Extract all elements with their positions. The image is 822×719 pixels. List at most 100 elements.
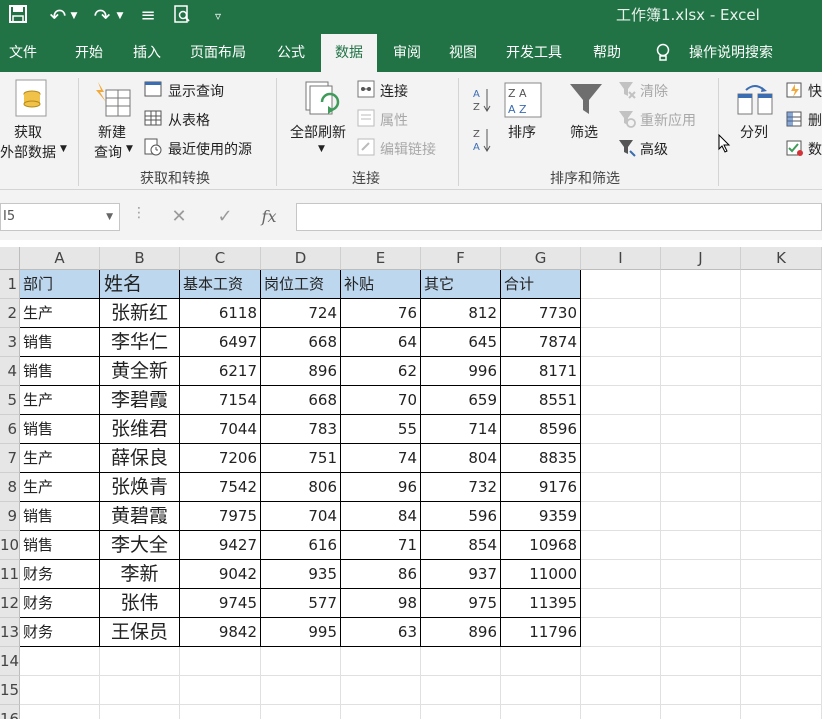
empty-cell[interactable]	[581, 502, 661, 531]
new-query-label[interactable]: 查询	[94, 142, 122, 162]
table-cell[interactable]: 896	[421, 618, 501, 647]
formula-input[interactable]	[296, 203, 822, 231]
tab-developer[interactable]: 开发工具	[496, 34, 572, 72]
table-cell[interactable]: 黄碧霞	[100, 502, 180, 531]
column-header-f[interactable]: F	[421, 247, 501, 270]
empty-cell[interactable]	[581, 357, 661, 386]
empty-cell[interactable]	[741, 415, 822, 444]
table-cell[interactable]: 11796	[501, 618, 581, 647]
save-icon[interactable]	[6, 4, 30, 28]
table-header-cell[interactable]: 补贴	[341, 270, 421, 299]
tab-file[interactable]: 文件	[0, 34, 46, 72]
undo-icon[interactable]: ↶	[46, 4, 70, 28]
edit-links-button[interactable]: 编辑链接	[380, 139, 436, 159]
tab-page-layout[interactable]: 页面布局	[182, 34, 254, 72]
empty-cell[interactable]	[661, 647, 741, 676]
empty-cell[interactable]	[661, 357, 741, 386]
empty-cell[interactable]	[501, 647, 581, 676]
table-cell[interactable]: 8835	[501, 444, 581, 473]
sort-za-icon[interactable]: ZA	[472, 126, 492, 158]
column-header-g[interactable]: G	[501, 247, 581, 270]
table-header-cell[interactable]: 其它	[421, 270, 501, 299]
customize-qat-icon[interactable]: ▿	[206, 4, 230, 28]
row-header-2[interactable]: 2	[0, 299, 20, 328]
tell-me-search[interactable]: 操作说明搜索	[682, 34, 780, 72]
empty-cell[interactable]	[341, 705, 421, 719]
empty-cell[interactable]	[581, 328, 661, 357]
row-header-5[interactable]: 5	[0, 386, 20, 415]
table-cell[interactable]: 9842	[180, 618, 261, 647]
tab-view[interactable]: 视图	[440, 34, 486, 72]
table-cell[interactable]: 生产	[20, 299, 100, 328]
empty-cell[interactable]	[581, 473, 661, 502]
empty-cell[interactable]	[741, 502, 822, 531]
empty-cell[interactable]	[741, 444, 822, 473]
chevron-down-icon[interactable]: ▼	[60, 144, 67, 154]
tab-home[interactable]: 开始	[66, 34, 112, 72]
column-header-i[interactable]: I	[581, 247, 661, 270]
empty-cell[interactable]	[20, 647, 100, 676]
enter-icon[interactable]: ✓	[210, 204, 240, 230]
empty-cell[interactable]	[741, 386, 822, 415]
empty-cell[interactable]	[661, 502, 741, 531]
insert-function-button[interactable]: fx	[254, 204, 284, 230]
empty-cell[interactable]	[501, 676, 581, 705]
table-cell[interactable]: 生产	[20, 473, 100, 502]
empty-cell[interactable]	[581, 560, 661, 589]
table-cell[interactable]: 9176	[501, 473, 581, 502]
empty-cell[interactable]	[741, 560, 822, 589]
column-header-k[interactable]: K	[741, 247, 822, 270]
show-queries-button[interactable]: 显示查询	[168, 81, 224, 101]
recent-sources-button[interactable]: 最近使用的源	[168, 139, 252, 159]
row-header-11[interactable]: 11	[0, 560, 20, 589]
column-header-a[interactable]: A	[20, 247, 100, 270]
table-header-cell[interactable]: 部门	[20, 270, 100, 299]
table-cell[interactable]: 668	[261, 328, 341, 357]
empty-cell[interactable]	[741, 589, 822, 618]
table-cell[interactable]: 财务	[20, 560, 100, 589]
table-cell[interactable]: 7975	[180, 502, 261, 531]
table-cell[interactable]: 7874	[501, 328, 581, 357]
table-cell[interactable]: 74	[341, 444, 421, 473]
empty-cell[interactable]	[661, 270, 741, 299]
row-header-14[interactable]: 14	[0, 647, 20, 676]
refresh-all-button[interactable]: 全部刷新	[290, 122, 346, 142]
table-cell[interactable]: 704	[261, 502, 341, 531]
column-header-j[interactable]: J	[661, 247, 741, 270]
table-cell[interactable]: 生产	[20, 386, 100, 415]
empty-cell[interactable]	[661, 415, 741, 444]
empty-cell[interactable]	[661, 444, 741, 473]
row-header-8[interactable]: 8	[0, 473, 20, 502]
table-cell[interactable]: 7206	[180, 444, 261, 473]
table-cell[interactable]: 7730	[501, 299, 581, 328]
table-cell[interactable]: 张焕青	[100, 473, 180, 502]
empty-cell[interactable]	[421, 705, 501, 719]
align-lines-icon[interactable]: ≡	[136, 4, 160, 28]
table-cell[interactable]: 7044	[180, 415, 261, 444]
table-cell[interactable]: 62	[341, 357, 421, 386]
remove-duplicates-button[interactable]: 删	[808, 110, 822, 130]
row-header-15[interactable]: 15	[0, 676, 20, 705]
redo-icon[interactable]: ↷	[90, 4, 114, 28]
filter-button[interactable]: 筛选	[570, 122, 598, 142]
empty-cell[interactable]	[741, 531, 822, 560]
row-header-6[interactable]: 6	[0, 415, 20, 444]
empty-cell[interactable]	[741, 270, 822, 299]
data-validation-button[interactable]: 数	[808, 139, 822, 159]
empty-cell[interactable]	[741, 299, 822, 328]
table-header-cell[interactable]: 姓名	[100, 270, 180, 299]
empty-cell[interactable]	[341, 647, 421, 676]
table-cell[interactable]: 751	[261, 444, 341, 473]
table-cell[interactable]: 616	[261, 531, 341, 560]
empty-cell[interactable]	[581, 676, 661, 705]
column-header-d[interactable]: D	[261, 247, 341, 270]
table-cell[interactable]: 李新	[100, 560, 180, 589]
empty-cell[interactable]	[581, 415, 661, 444]
table-cell[interactable]: 64	[341, 328, 421, 357]
row-header-9[interactable]: 9	[0, 502, 20, 531]
table-cell[interactable]: 724	[261, 299, 341, 328]
table-cell[interactable]: 8171	[501, 357, 581, 386]
empty-cell[interactable]	[100, 705, 180, 719]
from-table-button[interactable]: 从表格	[168, 110, 210, 130]
column-header-b[interactable]: B	[100, 247, 180, 270]
